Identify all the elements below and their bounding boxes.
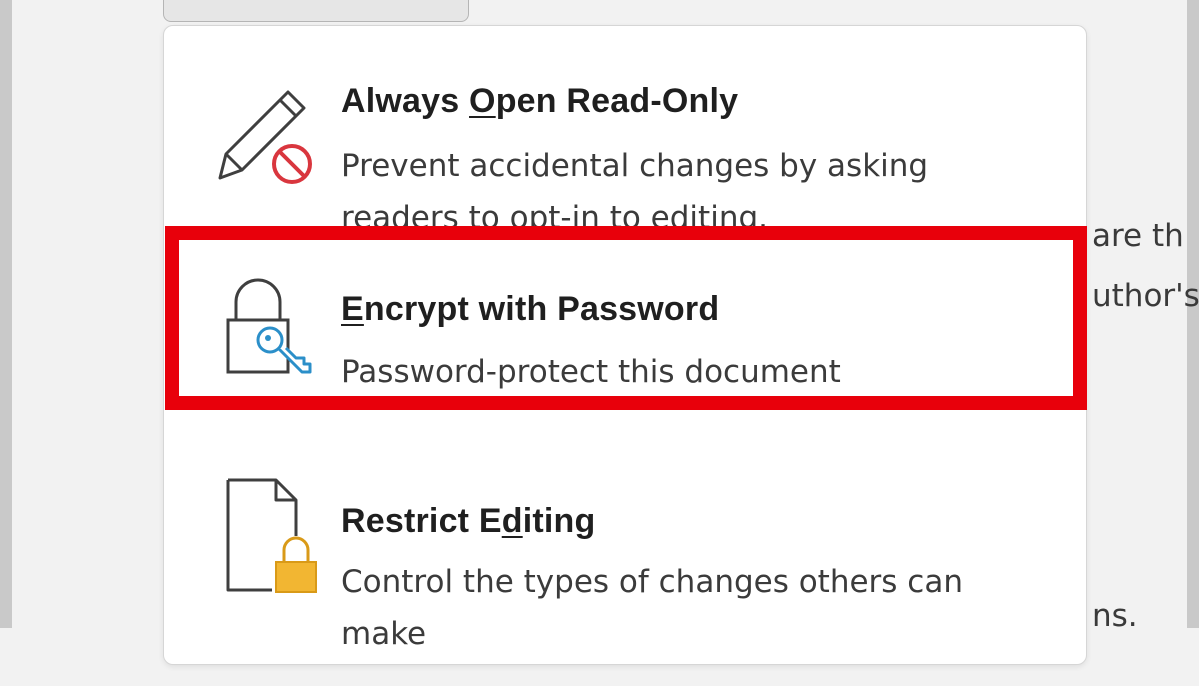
menu-item-description: Control the types of changes others can … (341, 564, 963, 652)
document-lock-icon (216, 476, 320, 600)
menu-item-description: Prevent accidental changes by asking rea… (341, 148, 929, 236)
menu-item-title: Always Open Read-Only (341, 82, 739, 120)
menu-item-title: Encrypt with Password (341, 290, 720, 328)
background-text-fragment: ns. (1092, 598, 1138, 634)
menu-item-restrict-editing[interactable]: Restrict Editing Control the types of ch… (164, 446, 1086, 686)
menu-item-title: Restrict Editing (341, 502, 596, 540)
lock-key-icon (216, 276, 320, 384)
background-text-fragment: uthor's (1092, 278, 1199, 314)
left-panel-edge (0, 0, 12, 628)
protect-document-button[interactable] (163, 0, 469, 22)
menu-item-always-open-read-only[interactable]: Always Open Read-Only Prevent accidental… (164, 56, 1086, 246)
menu-item-description: Password-protect this document (341, 354, 841, 390)
protect-document-menu: Always Open Read-Only Prevent accidental… (163, 25, 1087, 665)
right-panel-edge (1187, 0, 1199, 628)
pencil-no-edit-icon (216, 86, 320, 194)
menu-item-encrypt-with-password[interactable]: Encrypt with Password Password-protect t… (164, 238, 1086, 438)
background-text-fragment: are th (1092, 218, 1184, 254)
